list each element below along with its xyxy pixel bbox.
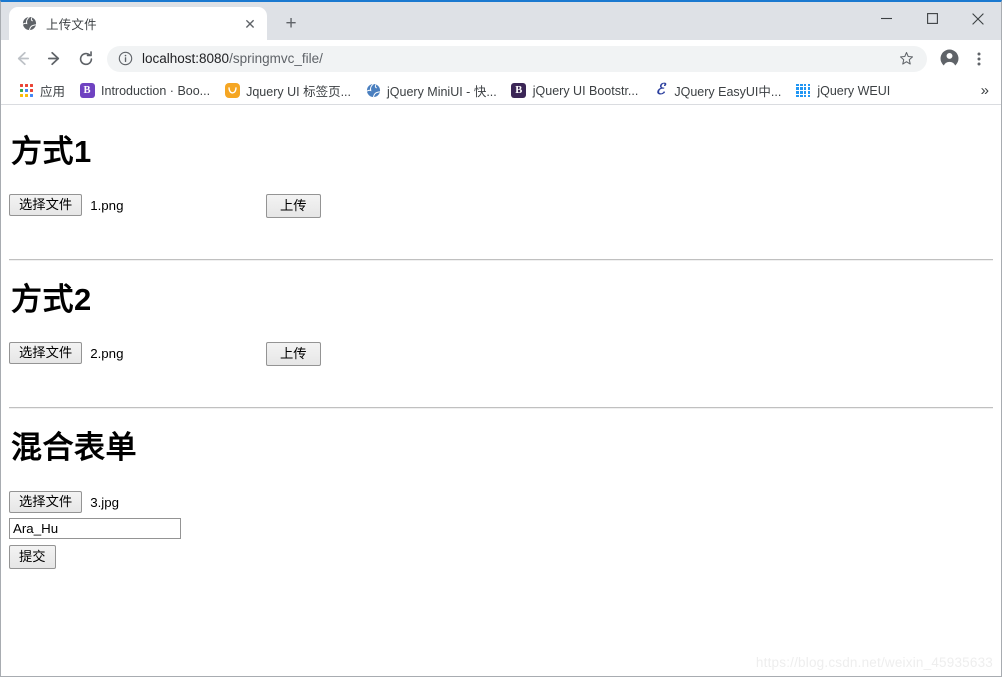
bookmark-jquery-easyui[interactable]: ℰ JQuery EasyUI中... — [645, 80, 788, 102]
globe-icon — [365, 83, 381, 99]
section-divider-1 — [9, 259, 993, 261]
orange-smile-icon — [224, 83, 240, 99]
bookmark-introduction-boo[interactable]: B Introduction · Boo... — [72, 80, 217, 102]
tab-title: 上传文件 — [46, 18, 97, 32]
browser-menu-icon[interactable] — [965, 45, 993, 73]
bookmark-label: jQuery WEUI — [817, 83, 891, 98]
page-viewport: 方式1 选择文件 1.png 上传 方式2 选择文件 2.png 上传 混合表单… — [1, 105, 1001, 676]
bootstrap-b-glyph: B — [79, 83, 95, 98]
bookmark-apps[interactable]: 应用 — [11, 80, 72, 102]
section-divider-2 — [9, 407, 993, 409]
bookmark-label: JQuery EasyUI中... — [674, 85, 782, 99]
bookmark-label: Jquery UI 标签页... — [246, 85, 351, 99]
url-host: localhost:8080 — [142, 51, 230, 66]
file-input-3[interactable]: 选择文件 3.jpg — [9, 491, 119, 513]
url-path: /springmvc_file/ — [229, 51, 323, 66]
file-name-2: 2.png — [90, 345, 124, 361]
bookmarks-overflow-icon[interactable]: » — [975, 82, 995, 99]
upload-form-1: 选择文件 1.png 上传 — [9, 194, 993, 218]
section-heading-2: 方式2 — [11, 282, 92, 317]
bootstrap-b-glyph: B — [511, 83, 527, 98]
apps-grid-icon — [18, 83, 34, 99]
submit-button[interactable]: 提交 — [9, 545, 56, 569]
address-bar[interactable]: localhost:8080/springmvc_file/ — [107, 45, 927, 72]
minimize-icon[interactable] — [863, 2, 909, 35]
bookmarks-bar: 应用 B Introduction · Boo... Jquery UI 标签页… — [1, 77, 1001, 105]
bookmark-label: 应用 — [40, 85, 66, 99]
globe-icon — [21, 16, 37, 32]
watermark-text: https://blog.csdn.net/weixin_45935633 — [755, 655, 993, 670]
profile-icon[interactable] — [935, 45, 963, 73]
info-circle-icon[interactable] — [117, 51, 133, 67]
bookmark-label: jQuery MiniUI - 快... — [387, 85, 497, 99]
choose-file-button-2[interactable]: 选择文件 — [9, 342, 83, 364]
choose-file-button-3[interactable]: 选择文件 — [9, 491, 83, 513]
maximize-icon[interactable] — [909, 2, 955, 35]
section-heading-3: 混合表单 — [11, 430, 137, 465]
bookmark-jquery-miniui[interactable]: jQuery MiniUI - 快... — [358, 80, 504, 102]
choose-file-button-1[interactable]: 选择文件 — [9, 194, 83, 216]
page-content: 方式1 选择文件 1.png 上传 方式2 选择文件 2.png 上传 混合表单… — [1, 105, 1001, 569]
bookmark-label: jQuery UI Bootstr... — [532, 83, 639, 98]
file-name-1: 1.png — [90, 197, 124, 213]
bookmark-jquery-weui[interactable]: jQuery WEUI — [788, 80, 897, 102]
upload-button-2[interactable]: 上传 — [266, 342, 321, 366]
mixed-form: 选择文件 3.jpg 提交 — [9, 491, 993, 569]
bookmark-star-icon[interactable] — [895, 48, 917, 70]
file-name-3: 3.jpg — [90, 494, 120, 510]
script-e-icon: ℰ — [652, 83, 668, 99]
upload-button-1[interactable]: 上传 — [266, 194, 321, 218]
forward-icon[interactable] — [39, 44, 69, 74]
browser-toolbar: localhost:8080/springmvc_file/ — [1, 40, 1001, 77]
file-input-1[interactable]: 选择文件 1.png — [9, 194, 123, 216]
bookmark-jquery-ui-bootstrap[interactable]: B jQuery UI Bootstr... — [504, 80, 646, 102]
bookmark-jquery-ui-tabs[interactable]: Jquery UI 标签页... — [217, 80, 358, 102]
upload-form-2: 选择文件 2.png 上传 — [9, 342, 993, 366]
bootstrap-b-icon: B — [511, 83, 527, 99]
back-icon[interactable] — [7, 44, 37, 74]
name-text-input[interactable] — [9, 518, 181, 539]
script-e-glyph: ℰ — [655, 82, 665, 98]
reload-icon[interactable] — [71, 44, 101, 74]
tab-strip: 上传文件 ✕ + — [1, 2, 1001, 40]
close-window-icon[interactable] — [955, 2, 1001, 35]
window-controls — [863, 2, 1001, 35]
file-input-2[interactable]: 选择文件 2.png — [9, 342, 123, 364]
url-text: localhost:8080/springmvc_file/ — [142, 51, 891, 66]
blue-grid-icon — [795, 83, 811, 99]
new-tab-button[interactable]: + — [277, 9, 305, 37]
section-heading-1: 方式1 — [11, 134, 92, 169]
bootstrap-b-icon: B — [79, 83, 95, 99]
browser-tab[interactable]: 上传文件 ✕ — [9, 7, 267, 40]
close-icon[interactable]: ✕ — [241, 15, 259, 33]
bookmark-label: Introduction · Boo... — [101, 83, 211, 98]
browser-window: 上传文件 ✕ + localhost:8080/springmvc_file/ … — [0, 0, 1002, 677]
